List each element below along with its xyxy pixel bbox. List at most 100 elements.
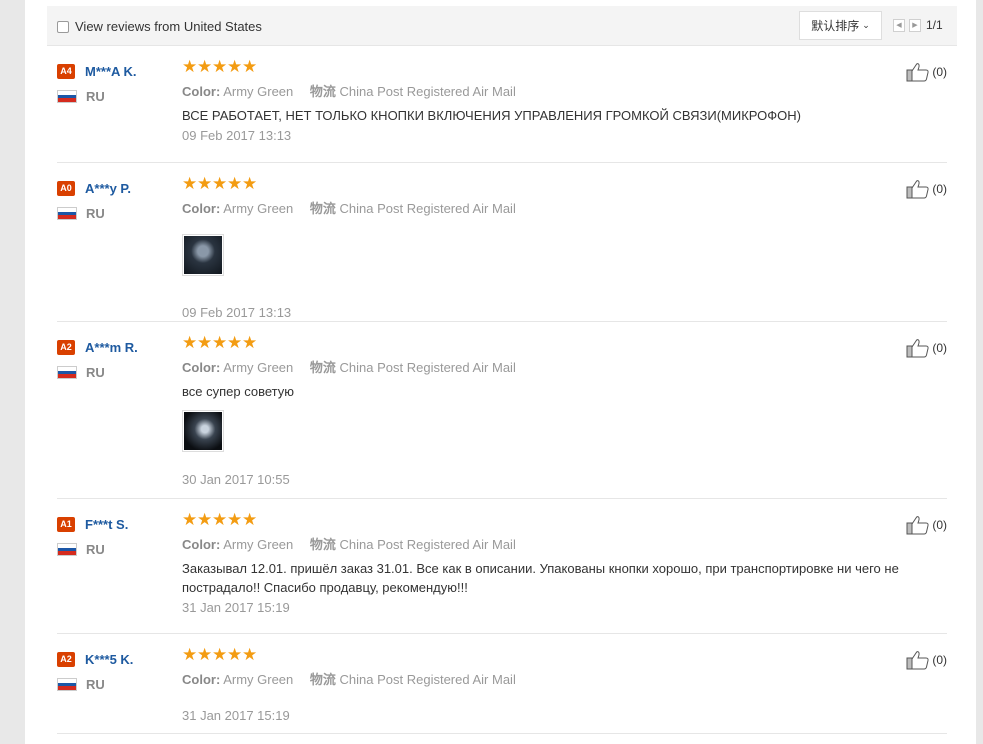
review-item: A2 A***m R. RU ★ ★ ★ ★ ★ Color: Army Green 物… [57, 322, 947, 499]
reviewer-info: A2 K***5 K. RU [57, 650, 177, 692]
color-value: Army Green [223, 360, 294, 375]
helpful-button[interactable]: (0) [906, 515, 947, 535]
review-text: ВСЕ РАБОТАЕТ, НЕТ ТОЛЬКО КНОПКИ ВКЛЮЧЕНИ… [182, 108, 801, 123]
us-reviews-checkbox[interactable] [57, 20, 69, 33]
reviewer-name[interactable]: F***t S. [85, 517, 128, 532]
star-icon: ★ [182, 645, 198, 664]
reviews-toolbar: View reviews from United States 默认排序 ⌄ ◀… [47, 6, 957, 46]
thumbs-up-icon [906, 339, 929, 358]
color-value: Army Green [223, 537, 294, 552]
helpful-count: (0) [932, 65, 947, 79]
us-reviews-filter[interactable]: View reviews from United States [57, 19, 262, 34]
buyer-level-badge: A4 [57, 63, 75, 79]
star-rating: ★ ★ ★ ★ ★ [182, 57, 902, 76]
review-body: ★ ★ ★ ★ ★ Color: Army Green 物流 China Post Re… [182, 510, 902, 615]
star-rating: ★ ★ ★ ★ ★ [182, 174, 902, 193]
reviewer-info: A0 A***y P. RU [57, 179, 177, 221]
pagination: ◀ ▶ 1/1 [893, 18, 943, 32]
shipping-key: 物流 [309, 85, 336, 100]
shipping-key: 物流 [309, 361, 336, 376]
star-icon: ★ [212, 57, 228, 76]
reviewer-country: RU [86, 89, 105, 104]
helpful-count: (0) [932, 341, 947, 355]
helpful-count: (0) [932, 182, 947, 196]
order-attributes: Color: Army Green 物流 China Post Register… [182, 357, 902, 376]
review-date: 31 Jan 2017 15:19 [182, 600, 290, 615]
reviewer-name[interactable]: A***m R. [85, 340, 138, 355]
color-key: Color: [182, 360, 221, 375]
star-icon: ★ [212, 645, 228, 664]
russia-flag-icon [57, 366, 77, 379]
order-attributes: Color: Army Green 物流 China Post Register… [182, 81, 902, 100]
sort-dropdown[interactable]: 默认排序 ⌄ [799, 11, 882, 40]
star-icon: ★ [227, 645, 243, 664]
review-text: Заказывал 12.01. пришёл заказ 31.01. Все… [182, 561, 899, 595]
helpful-button[interactable]: (0) [906, 650, 947, 670]
star-icon: ★ [182, 174, 198, 193]
russia-flag-icon [57, 90, 77, 103]
thumbs-up-icon [906, 651, 929, 670]
reviewer-name[interactable]: K***5 K. [85, 652, 133, 667]
review-date: 30 Jan 2017 10:55 [182, 472, 290, 487]
color-value: Army Green [223, 84, 294, 99]
star-icon: ★ [212, 510, 228, 529]
buyer-level-badge: A0 [57, 180, 75, 196]
star-rating: ★ ★ ★ ★ ★ [182, 333, 902, 352]
helpful-button[interactable]: (0) [906, 338, 947, 358]
next-page-button[interactable]: ▶ [909, 18, 921, 32]
thumbs-up-icon [906, 63, 929, 82]
star-rating: ★ ★ ★ ★ ★ [182, 645, 902, 664]
reviewer-country: RU [86, 677, 105, 692]
star-icon: ★ [242, 57, 258, 76]
review-date: 31 Jan 2017 15:19 [182, 708, 290, 723]
star-icon: ★ [197, 645, 213, 664]
order-attributes: Color: Army Green 物流 China Post Register… [182, 669, 902, 688]
russia-flag-icon [57, 207, 77, 220]
shipping-key: 物流 [309, 202, 336, 217]
buyer-level-badge: A1 [57, 516, 75, 532]
order-attributes: Color: Army Green 物流 China Post Register… [182, 198, 902, 217]
reviewer-country: RU [86, 206, 105, 221]
shipping-value: China Post Registered Air Mail [339, 537, 516, 552]
review-photo-thumbnail[interactable] [182, 234, 224, 276]
star-icon: ★ [242, 174, 258, 193]
review-date: 09 Feb 2017 13:13 [182, 305, 292, 320]
helpful-button[interactable]: (0) [906, 179, 947, 199]
review-photo-thumbnail[interactable] [182, 410, 224, 452]
helpful-count: (0) [932, 653, 947, 667]
prev-page-button[interactable]: ◀ [893, 18, 905, 32]
color-value: Army Green [223, 201, 294, 216]
helpful-count: (0) [932, 518, 947, 532]
review-item: A2 K***5 K. RU ★ ★ ★ ★ ★ Color: Army Green 物… [57, 634, 947, 734]
reviewer-country: RU [86, 542, 105, 557]
color-key: Color: [182, 537, 221, 552]
review-photo-image [184, 236, 222, 274]
star-icon: ★ [242, 333, 258, 352]
color-value: Army Green [223, 672, 294, 687]
reviewer-name[interactable]: A***y P. [85, 181, 131, 196]
star-icon: ★ [182, 333, 198, 352]
star-icon: ★ [212, 333, 228, 352]
reviewer-info: A4 M***A K. RU [57, 62, 177, 104]
review-item: A4 M***A K. RU ★ ★ ★ ★ ★ Color: Army Green 物… [57, 46, 947, 163]
star-icon: ★ [197, 510, 213, 529]
star-icon: ★ [227, 333, 243, 352]
review-body: ★ ★ ★ ★ ★ Color: Army Green 物流 China Post Re… [182, 57, 902, 143]
reviewer-name[interactable]: M***A K. [85, 64, 137, 79]
helpful-button[interactable]: (0) [906, 62, 947, 82]
review-date: 09 Feb 2017 13:13 [182, 128, 292, 143]
review-list: A4 M***A K. RU ★ ★ ★ ★ ★ Color: Army Green 物… [57, 46, 947, 734]
star-icon: ★ [242, 645, 258, 664]
star-icon: ★ [197, 174, 213, 193]
review-body: ★ ★ ★ ★ ★ Color: Army Green 物流 China Post Re… [182, 645, 902, 723]
russia-flag-icon [57, 678, 77, 691]
order-attributes: Color: Army Green 物流 China Post Register… [182, 534, 902, 553]
reviewer-info: A1 F***t S. RU [57, 515, 177, 557]
shipping-value: China Post Registered Air Mail [339, 360, 516, 375]
star-icon: ★ [212, 174, 228, 193]
russia-flag-icon [57, 543, 77, 556]
us-reviews-label: View reviews from United States [75, 19, 262, 34]
star-icon: ★ [197, 57, 213, 76]
color-key: Color: [182, 672, 221, 687]
buyer-level-badge: A2 [57, 651, 75, 667]
